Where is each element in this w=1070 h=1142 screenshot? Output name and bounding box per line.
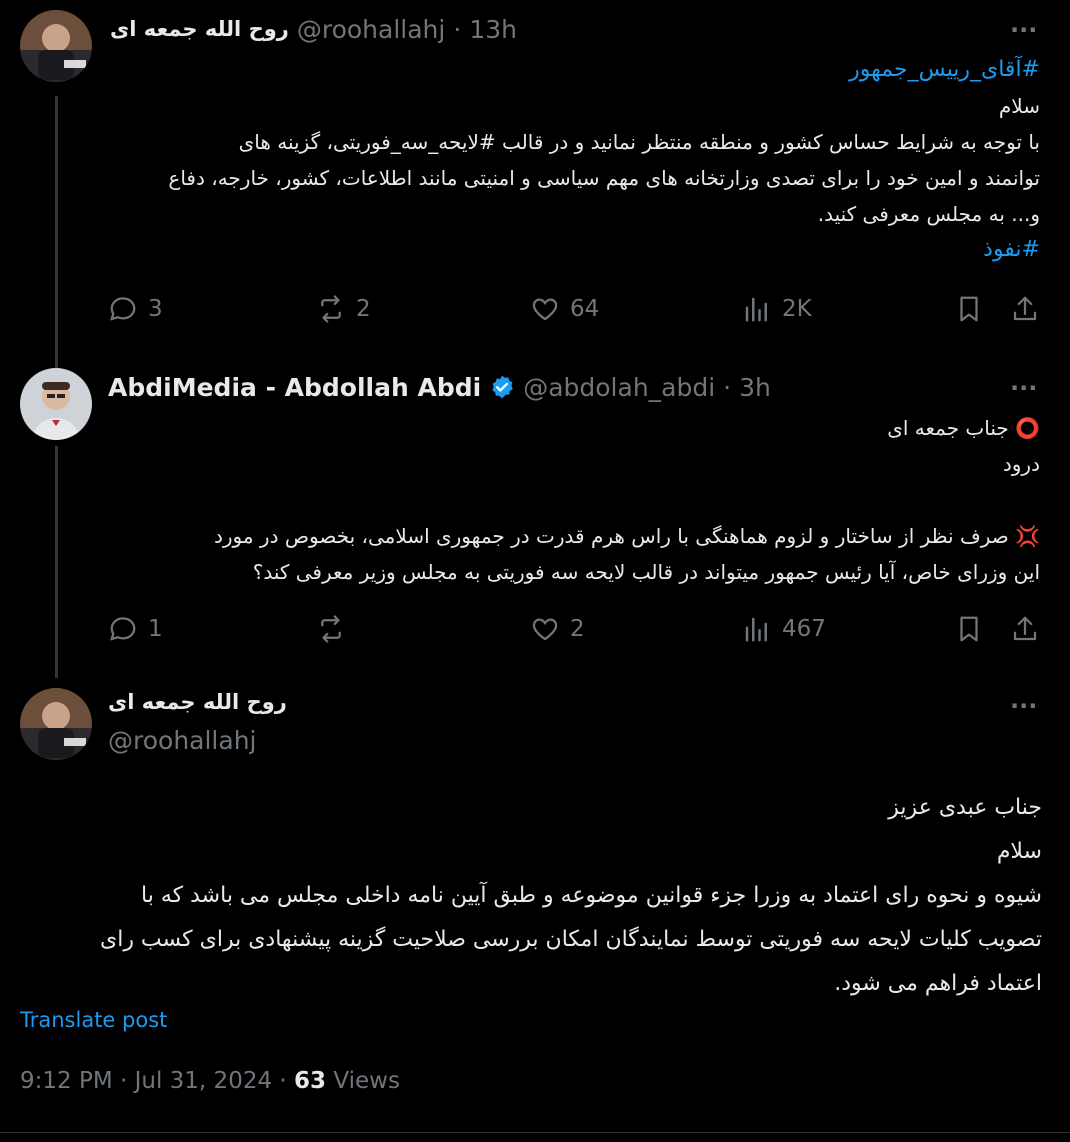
share-icon — [1013, 296, 1037, 321]
more-icon[interactable]: ··· — [1010, 692, 1037, 720]
reply-icon — [110, 617, 136, 641]
tweet-text-line: شیوه و نحوه رای اعتماد به وزرا جزء قوانی… — [141, 883, 1042, 908]
emoji-anger-icon: 💢 — [1015, 524, 1040, 548]
repost-button[interactable]: 2 — [316, 294, 371, 324]
post-meta: 9:12 PM · Jul 31, 2024 · 63 Views — [20, 1068, 400, 1094]
analytics-icon — [745, 617, 767, 642]
tweet-text-line: و... به مجلس معرفی کنید. — [817, 202, 1040, 226]
tweet-text-line: توانمند و امین خود را برای تصدی وزارتخان… — [168, 166, 1040, 190]
tweet-text-line: اعتماد فراهم می شود. — [834, 971, 1042, 996]
reply-button[interactable]: 3 — [108, 294, 163, 324]
like-count: 2 — [570, 616, 585, 642]
timestamp[interactable]: 13h — [469, 15, 517, 44]
main-tweet-body: جناب عبدی عزیز سلام شیوه و نحوه رای اعتم… — [20, 786, 1042, 1006]
reply-button[interactable]: 1 — [108, 614, 163, 644]
share-button[interactable] — [1010, 294, 1040, 324]
translate-post-link[interactable]: Translate post — [20, 1008, 167, 1032]
views-button[interactable]: 2K — [742, 294, 812, 324]
share-button[interactable] — [1010, 614, 1040, 644]
verified-badge-icon — [492, 375, 514, 399]
views-count: 467 — [782, 616, 826, 642]
timestamp[interactable]: 3h — [739, 373, 771, 402]
tweet2-header: AbdiMedia - Abdollah Abdi @abdolah_abdi … — [108, 370, 771, 404]
tweet2-body: ⭕ جناب جمعه ای درود 💢 صرف نظر از ساختار … — [20, 410, 1040, 590]
main-display-name[interactable]: روح الله جمعه ای — [108, 690, 287, 714]
tweet-text-line: با توجه به شرایط حساس کشور و منطقه منتظر… — [238, 130, 1040, 154]
avatar[interactable] — [20, 688, 92, 760]
emoji-circle-icon: ⭕ — [1015, 416, 1040, 440]
more-icon[interactable]: ··· — [1010, 374, 1037, 402]
separator: · — [453, 14, 462, 44]
like-button[interactable]: 64 — [530, 294, 599, 324]
like-count: 64 — [570, 296, 600, 322]
views-count: 63 — [294, 1068, 327, 1094]
bookmark-icon — [960, 296, 978, 322]
tweet1-header: روح الله جمعه ای @roohallahj · 13h — [110, 12, 517, 46]
divider — [0, 1132, 1070, 1133]
display-name[interactable]: روح الله جمعه ای — [110, 17, 289, 41]
display-name[interactable]: AbdiMedia - Abdollah Abdi — [108, 373, 481, 402]
views-count: 2K — [782, 296, 812, 322]
tweet-text-line: درود — [1002, 452, 1040, 476]
reply-count: 3 — [148, 296, 163, 322]
bookmark-button[interactable] — [954, 614, 984, 644]
tweet-text-line: این وزرای خاص، آیا رئیس جمهور میتواند در… — [252, 560, 1040, 584]
handle[interactable]: @abdolah_abdi — [523, 373, 715, 402]
post-timestamp[interactable]: 9:12 PM · Jul 31, 2024 · — [20, 1068, 287, 1094]
tweet-text-line: جناب عبدی عزیز — [888, 795, 1042, 820]
repost-count: 2 — [356, 296, 371, 322]
tweet-text-line: تصویب کلیات لایحه سه فوریتی توسط نمایندگ… — [99, 927, 1042, 952]
tweet-text-line: سلام — [998, 94, 1040, 118]
share-icon — [1013, 616, 1037, 641]
bookmark-button[interactable] — [954, 294, 984, 324]
tweet-text-line: ⭕ جناب جمعه ای — [887, 416, 1040, 440]
repost-icon — [321, 295, 341, 323]
heart-icon — [532, 298, 558, 321]
reply-count: 1 — [148, 616, 163, 642]
tweet1-body: #آقای_رییس_جمهور سلام با توجه به شرایط ح… — [20, 52, 1040, 268]
reply-icon — [110, 297, 136, 321]
views-button[interactable]: 467 — [742, 614, 826, 644]
repost-icon — [321, 615, 341, 643]
heart-icon — [532, 618, 558, 641]
hashtag-link[interactable]: #آقای_رییس_جمهور — [20, 52, 1040, 88]
more-icon[interactable]: ··· — [1010, 16, 1037, 44]
hashtag-link[interactable]: #نفوذ — [20, 232, 1040, 268]
main-handle[interactable]: @roohallahj — [108, 726, 257, 755]
like-button[interactable]: 2 — [530, 614, 585, 644]
handle[interactable]: @roohallahj — [297, 15, 446, 44]
tweet-text-line: 💢 صرف نظر از ساختار و لزوم هماهنگی با را… — [213, 524, 1040, 548]
repost-button[interactable] — [316, 614, 356, 644]
views-label: Views — [333, 1068, 400, 1094]
bookmark-icon — [960, 616, 978, 642]
tweet-text-line: سلام — [996, 839, 1042, 864]
separator: · — [723, 372, 732, 402]
analytics-icon — [745, 297, 767, 322]
